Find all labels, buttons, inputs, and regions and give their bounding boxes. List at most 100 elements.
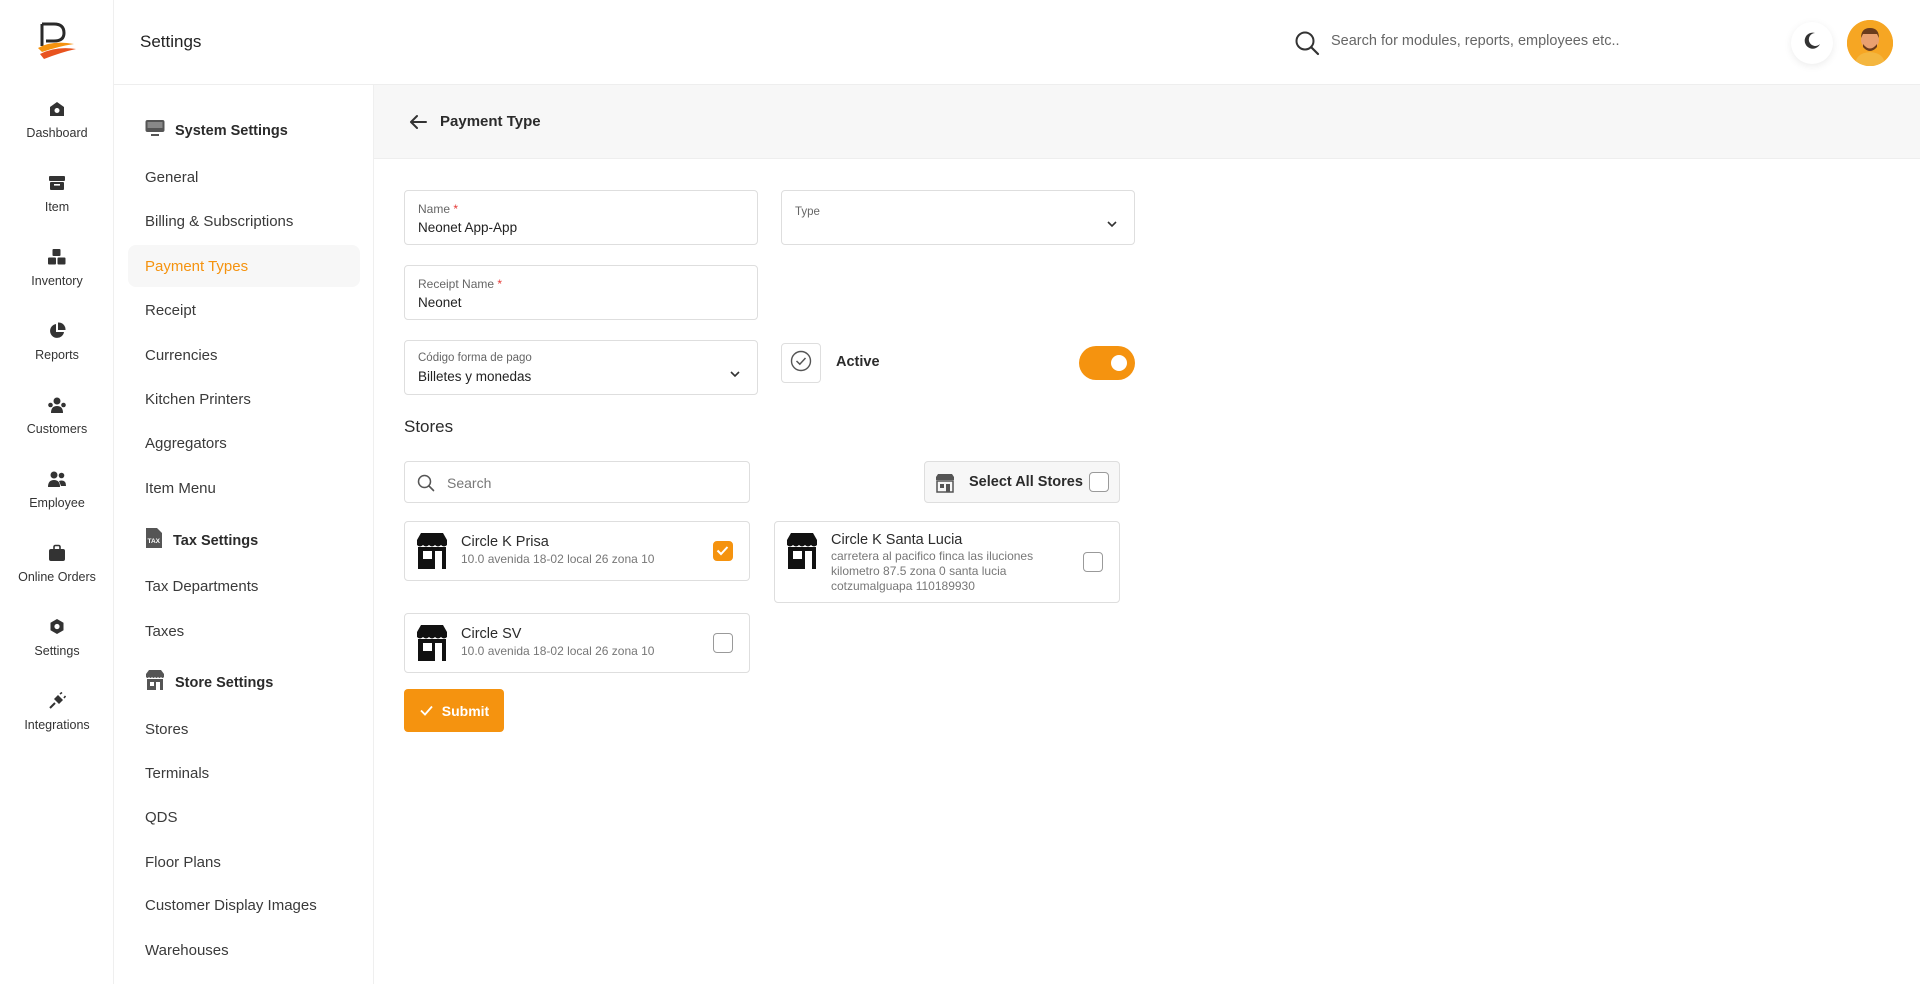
select-all-stores[interactable]: Select All Stores [924,461,1120,503]
rail-item-customers[interactable]: Customers [0,394,114,436]
store-icon [415,624,449,662]
nav-item-stores[interactable]: Stores [128,708,360,750]
rail-label: Settings [34,644,80,658]
nav-item-kitchen-printers[interactable]: Kitchen Printers [128,378,360,420]
header-title: Settings [140,32,202,51]
nav-item-warehouses[interactable]: Warehouses [128,929,360,971]
name-value: Neonet App-App [418,220,518,235]
store-card[interactable]: Circle SV 10.0 avenida 18-02 local 26 zo… [404,613,750,673]
nav-item-tax-departments[interactable]: Tax Departments [128,565,360,607]
nav-item-taxes[interactable]: Taxes [128,610,360,652]
dashboard-icon [46,98,68,120]
rail-item-online-orders[interactable]: Online Orders [0,542,114,584]
section-label: Tax Settings [173,532,259,549]
receipt-name-field[interactable]: Receipt Name * Neonet [404,265,758,320]
store-name: Circle K Santa Lucia [831,532,963,548]
nav-item-payment-types[interactable]: Payment Types [128,245,360,287]
codigo-forma-pago-select[interactable]: Código forma de pago Billetes y monedas [404,340,758,395]
rail-item-reports[interactable]: Reports [0,320,114,362]
rail-item-inventory[interactable]: Inventory [0,246,114,288]
search-icon[interactable] [1294,30,1320,56]
rail-label: Inventory [31,274,83,288]
rail-label: Reports [35,348,79,362]
nav-item-currencies[interactable]: Currencies [128,334,360,376]
settings-sidebar: System Settings General Billing & Subscr… [114,85,374,984]
chevron-down-icon [1106,215,1118,228]
online-orders-icon [46,542,68,564]
rail-label: Customers [26,422,88,436]
rail-label: Dashboard [26,126,88,140]
rail-label: Integrations [24,718,90,732]
store-address: carretera al pacifico finca las ilucione… [831,549,1034,593]
store-icon [145,669,165,696]
select-all-label: Select All Stores [969,474,1083,490]
select-all-checkbox[interactable] [1089,472,1109,492]
required-mark: * [497,277,503,291]
back-arrow-icon[interactable] [408,113,428,131]
active-label: Active [836,354,880,370]
page-header: Payment Type [374,85,1920,159]
store-address: 10.0 avenida 18-02 local 26 zona 10 [461,644,655,658]
rail-item-employee[interactable]: Employee [0,468,114,510]
main-content: Payment Type Name * Neonet App-App Type … [374,85,1920,984]
global-search-input[interactable]: Search for modules, reports, employees e… [1331,33,1620,49]
rail-label: Online Orders [18,570,96,584]
nav-item-receipt[interactable]: Receipt [128,289,360,331]
chevron-down-icon [729,365,741,378]
integrations-icon [46,690,68,712]
store-card[interactable]: Circle K Prisa 10.0 avenida 18-02 local … [404,521,750,581]
reports-icon [46,320,68,342]
name-field[interactable]: Name * Neonet App-App [404,190,758,245]
check-icon [716,546,729,556]
nav-item-qds[interactable]: QDS [128,796,360,838]
section-system-settings: System Settings [145,119,288,142]
nav-item-general[interactable]: General [128,156,360,198]
section-label: System Settings [175,122,288,139]
store-icon [415,532,449,570]
nav-item-billing[interactable]: Billing & Subscriptions [128,200,360,242]
inventory-icon [46,246,68,268]
employee-icon [46,468,68,490]
nav-item-terminals[interactable]: Terminals [128,752,360,794]
rail-item-item[interactable]: Item [0,172,114,214]
name-label: Name * [418,202,459,216]
user-avatar[interactable] [1847,20,1893,66]
codigo-value: Billetes y monedas [418,369,532,384]
codigo-label: Código forma de pago [418,352,532,364]
store-search-field[interactable] [404,461,750,503]
type-select[interactable]: Type [781,190,1135,245]
nav-item-aggregators[interactable]: Aggregators [128,422,360,464]
nav-item-customer-display-images[interactable]: Customer Display Images [128,884,360,926]
active-toggle[interactable] [1079,346,1135,380]
submit-label: Submit [441,702,490,719]
app-logo[interactable] [34,18,80,64]
store-checkbox[interactable] [1083,552,1103,572]
required-mark: * [453,202,459,216]
page-title: Payment Type [440,113,541,130]
search-icon [417,474,435,492]
receipt-name-label: Receipt Name * [418,277,503,291]
monitor-icon [145,119,165,142]
receipt-name-value: Neonet [418,295,462,310]
rail-label: Employee [29,496,85,510]
theme-toggle-button[interactable] [1791,22,1833,64]
nav-item-floor-plans[interactable]: Floor Plans [128,841,360,883]
stores-title: Stores [404,417,454,436]
store-card[interactable]: Circle K Santa Lucia carretera al pacifi… [774,521,1120,603]
store-checkbox[interactable] [713,633,733,653]
store-checkbox[interactable] [713,541,733,561]
rail-item-settings[interactable]: Settings [0,616,114,658]
rail-item-dashboard[interactable]: Dashboard [0,98,114,140]
store-name: Circle SV [461,626,522,642]
top-header: Settings Search for modules, reports, em… [114,0,1920,85]
storefront-icon [935,473,955,493]
section-store-settings: Store Settings [145,669,273,696]
store-search-input[interactable] [447,472,727,494]
type-label: Type [795,206,820,218]
rail-item-integrations[interactable]: Integrations [0,690,114,732]
submit-button[interactable]: Submit [404,689,504,732]
section-tax-settings: TAX Tax Settings [145,527,258,554]
settings-icon [46,616,68,638]
nav-item-item-menu[interactable]: Item Menu [128,467,360,509]
main-rail: Dashboard Item Inventory Reports Custome… [0,0,114,984]
